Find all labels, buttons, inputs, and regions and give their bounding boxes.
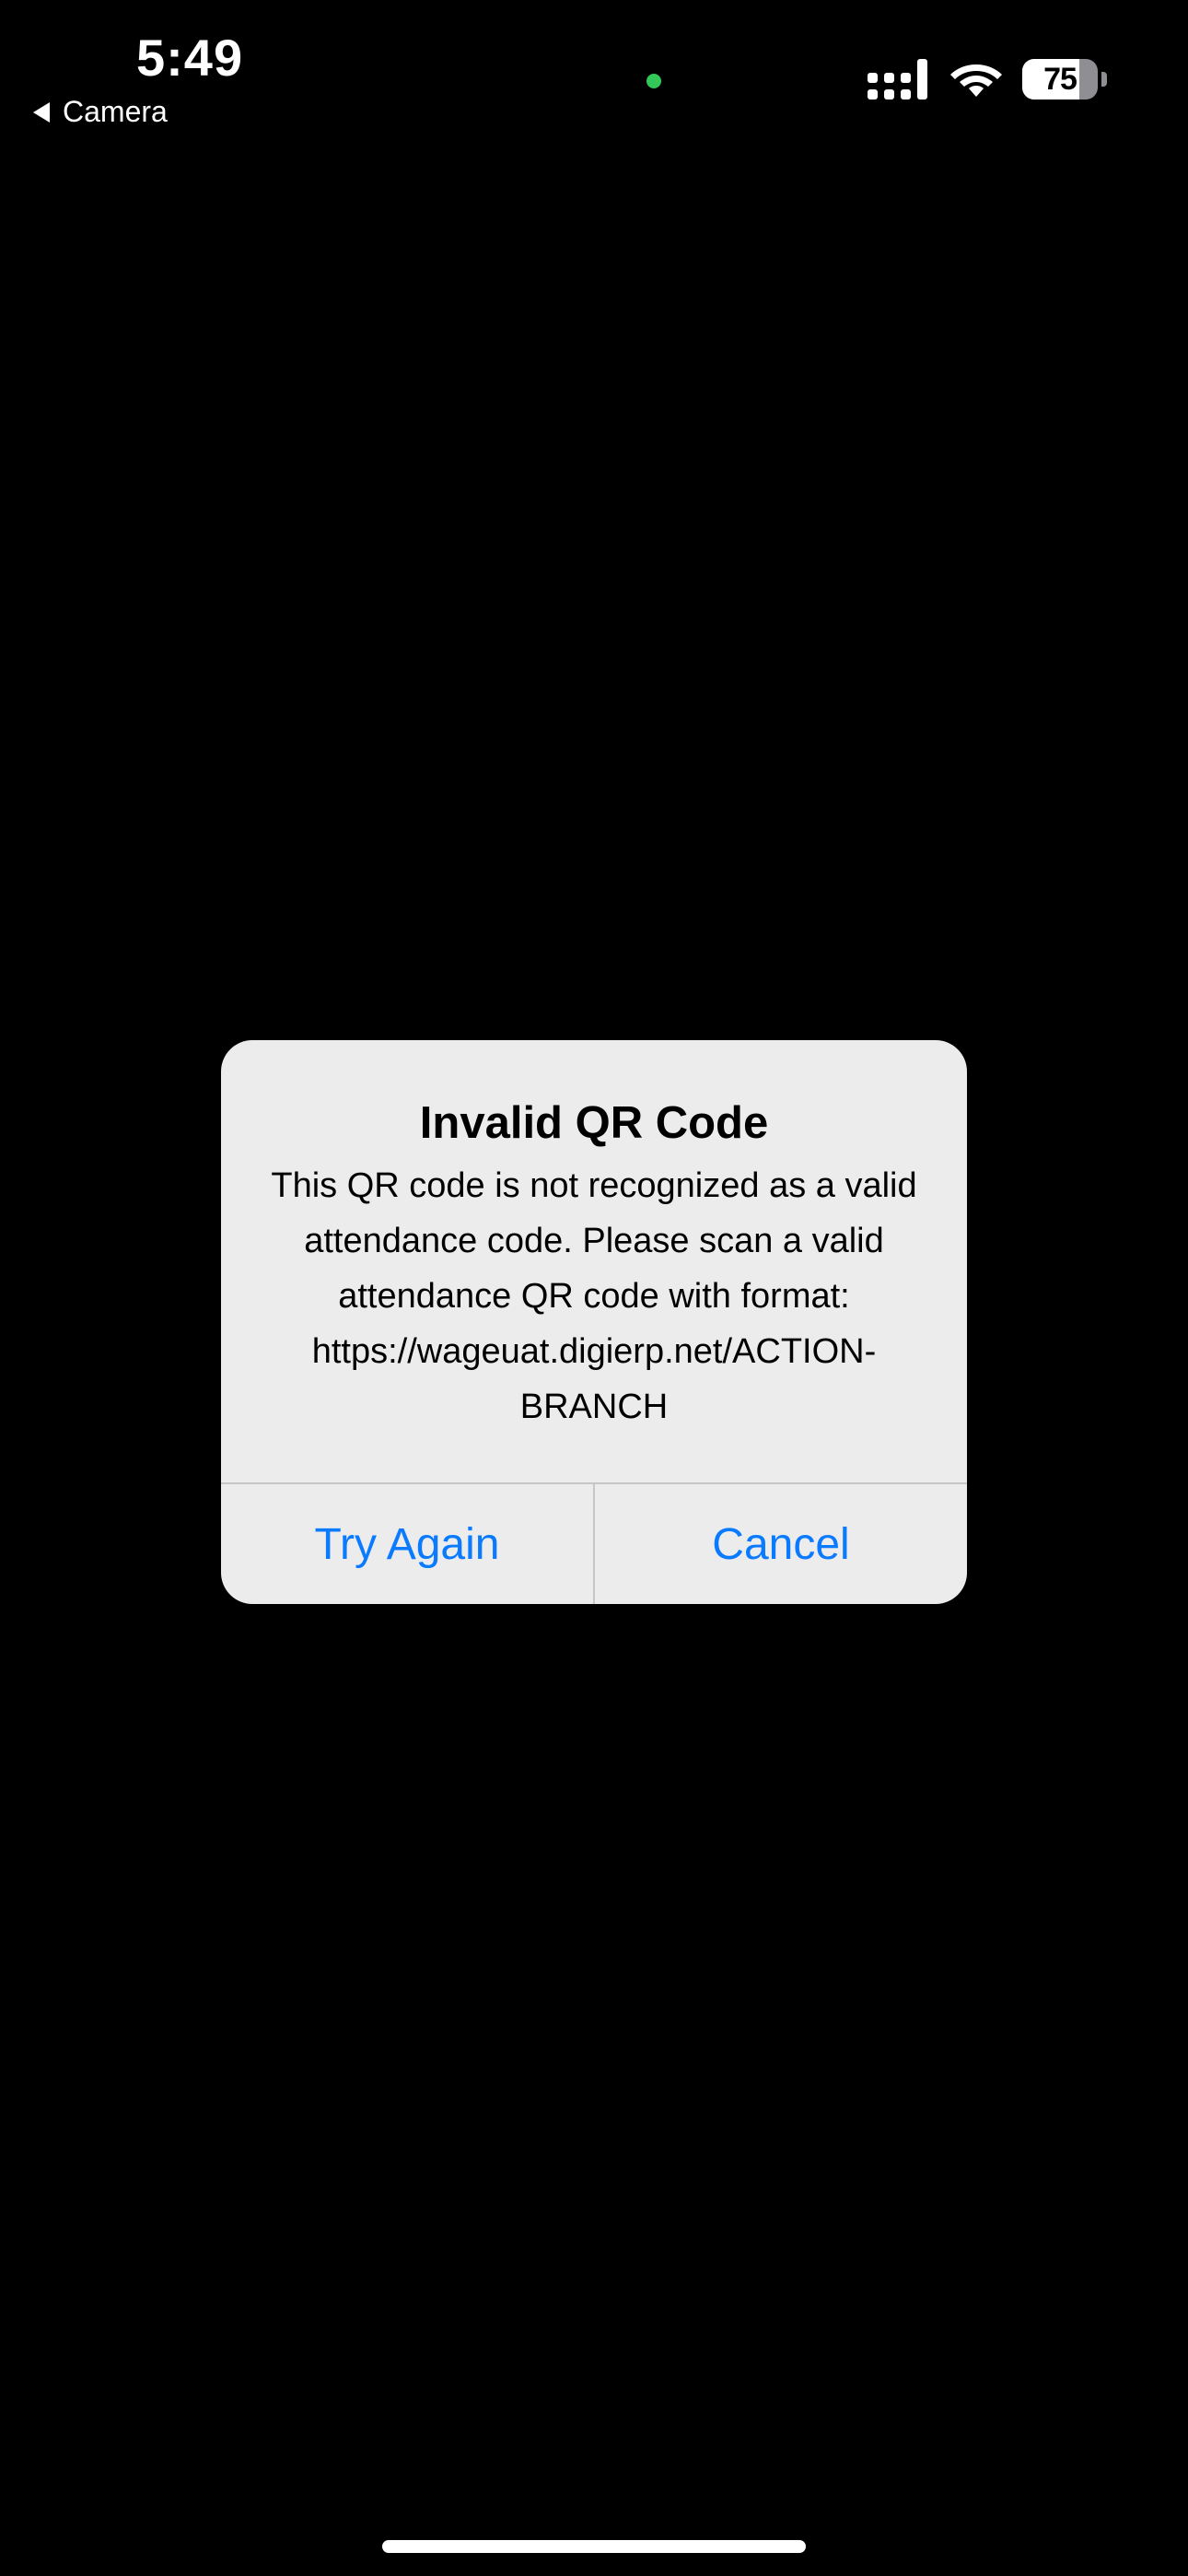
alert-title: Invalid QR Code — [419, 1098, 769, 1148]
battery-percentage: 75 — [1043, 61, 1077, 97]
back-to-camera-button[interactable]: Camera — [33, 95, 168, 129]
invalid-qr-alert: Invalid QR Code This QR code is not reco… — [221, 1040, 967, 1604]
battery-cap — [1101, 72, 1107, 87]
alert-message: This QR code is not recognized as a vali… — [271, 1166, 917, 1426]
back-link-label: Camera — [63, 95, 168, 128]
cancel-button[interactable]: Cancel — [595, 1484, 967, 1604]
signal-column — [901, 73, 911, 100]
signal-bar — [917, 59, 927, 100]
signal-column — [868, 73, 878, 100]
camera-in-use-indicator — [646, 74, 661, 88]
wifi-icon — [950, 64, 1002, 97]
signal-column — [884, 73, 894, 100]
battery-icon: 75 — [1022, 59, 1098, 100]
try-again-button[interactable]: Try Again — [221, 1484, 593, 1604]
alert-content: Invalid QR Code This QR code is not reco… — [221, 1040, 967, 1482]
status-time: 5:49 — [136, 29, 244, 87]
cellular-signal-icon — [868, 59, 927, 100]
home-indicator[interactable] — [382, 2540, 806, 2553]
back-arrow-icon — [33, 101, 50, 123]
